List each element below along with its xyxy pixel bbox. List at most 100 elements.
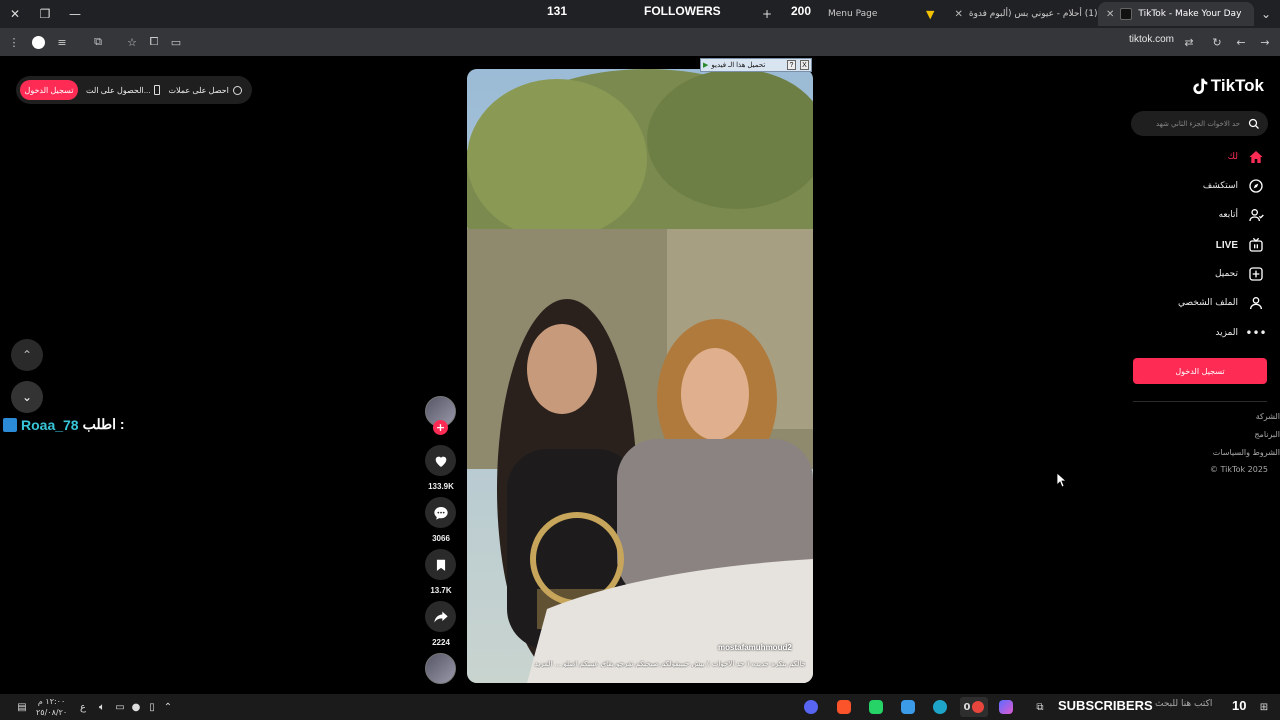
- sidebar-item-live[interactable]: LIVE: [1216, 237, 1264, 253]
- footer-terms-link[interactable]: الشروط والسياسات: [1213, 448, 1280, 457]
- store-icon[interactable]: [898, 697, 918, 717]
- profile-icon[interactable]: [30, 34, 46, 50]
- translate-icon[interactable]: ⧠: [146, 34, 162, 50]
- previous-video-button[interactable]: ⌃: [11, 339, 43, 371]
- start-icon[interactable]: ⊞: [1254, 697, 1274, 717]
- language-indicator[interactable]: ع: [76, 697, 90, 717]
- footer-company-link[interactable]: الشركة: [1256, 412, 1280, 421]
- sidebar-item-explore[interactable]: استكشف: [1203, 178, 1264, 194]
- sidebar-item-label: استكشف: [1202, 181, 1238, 191]
- chevron-up-icon: ⌃: [21, 348, 33, 362]
- request-badge-icon: [3, 417, 17, 432]
- sidebar-login-button[interactable]: تسجيل الدخول: [1133, 358, 1267, 384]
- tab-title: (1) أحلام - عيوني بس (ألبوم فدوة: [968, 9, 1098, 19]
- get-app-button[interactable]: الحصول على الت...: [86, 85, 161, 95]
- comment-button[interactable]: [425, 497, 456, 528]
- extensions-icon[interactable]: ⧉: [90, 34, 106, 50]
- upload-icon: [1248, 266, 1264, 282]
- battery-icon[interactable]: ▯: [145, 697, 159, 717]
- like-button[interactable]: [425, 445, 456, 476]
- network-icon[interactable]: ▭: [112, 697, 128, 717]
- sidebar-item-for-you[interactable]: لك: [1228, 149, 1264, 165]
- tab-title: Menu Page: [828, 9, 878, 19]
- search-placeholder: حد الاخوات الجزء الثاني شهد: [1156, 119, 1240, 128]
- search-box[interactable]: حد الاخوات الجزء الثاني شهد: [1131, 111, 1268, 136]
- url-text[interactable]: tiktok.com: [1129, 34, 1174, 45]
- chrome-icon[interactable]: 0: [960, 697, 988, 717]
- reading-list-icon[interactable]: ≡: [54, 34, 70, 50]
- new-tab-icon[interactable]: +: [752, 0, 782, 28]
- coin-icon: [232, 85, 242, 95]
- profile-icon: [1248, 295, 1264, 311]
- sidebar-item-more[interactable]: المزيد •••: [1215, 325, 1266, 341]
- brave-icon[interactable]: [834, 697, 854, 717]
- whatsapp-icon[interactable]: [866, 697, 886, 717]
- help-icon[interactable]: ?: [787, 60, 796, 70]
- mouse-cursor-icon: [1057, 473, 1067, 488]
- discord-icon[interactable]: [801, 697, 821, 717]
- top-action-pill: تسجيل الدخول الحصول على الت... احصل على …: [16, 76, 252, 104]
- close-window-icon[interactable]: ✕: [0, 0, 30, 28]
- download-video-bar[interactable]: ▶ تحميل هذا الـ فيديو ? X: [700, 58, 812, 72]
- microphone-icon[interactable]: ●: [129, 697, 143, 717]
- sidebar-item-label: LIVE: [1215, 239, 1238, 251]
- restore-window-icon[interactable]: ❐: [30, 0, 60, 28]
- get-app-label: الحصول على الت...: [86, 85, 151, 95]
- copilot-icon[interactable]: [996, 697, 1016, 717]
- save-button[interactable]: [425, 549, 456, 580]
- sidebar-item-following[interactable]: أتابعه: [1219, 207, 1264, 223]
- tiktok-logo[interactable]: TikTok: [1192, 76, 1264, 96]
- footer-copyright: © TikTok 2025: [1210, 465, 1268, 474]
- edge-icon[interactable]: [930, 697, 950, 717]
- tab-search-chevron-icon[interactable]: ⌄: [1252, 0, 1280, 28]
- video-username[interactable]: mostafamuhmoud2: [718, 643, 792, 652]
- chevron-up-tray-icon[interactable]: ⌃: [161, 697, 175, 717]
- follow-plus-icon[interactable]: +: [433, 420, 448, 435]
- sidebar-item-profile[interactable]: الملف الشخصي: [1178, 295, 1264, 311]
- tab-close-icon[interactable]: ✕: [1106, 9, 1114, 20]
- tab-youtube[interactable]: ▼ ✕ (1) أحلام - عيوني بس (ألبوم فدوة: [918, 2, 1098, 26]
- cast-icon[interactable]: ▭: [168, 34, 184, 50]
- sidebar-item-label: تحميل: [1214, 269, 1238, 279]
- bookmark-star-icon[interactable]: ☆: [124, 34, 140, 50]
- sidebar-item-upload[interactable]: تحميل: [1215, 266, 1264, 282]
- reload-icon[interactable]: ↻: [1209, 34, 1225, 50]
- tab-close-icon[interactable]: ✕: [954, 9, 962, 20]
- tiktok-favicon-icon: [1120, 8, 1133, 20]
- get-coins-button[interactable]: احصل على عملات: [168, 85, 242, 95]
- taskbar-search-input[interactable]: اكتب هنا للبحث: [1155, 699, 1212, 709]
- sound-avatar[interactable]: [425, 653, 456, 684]
- speaker-icon[interactable]: 🔈︎: [94, 697, 110, 717]
- tab-tiktok[interactable]: ✕ TikTok - Make Your Day: [1098, 2, 1254, 26]
- footer-program-link[interactable]: البرنامج: [1254, 430, 1280, 439]
- sidebar-item-label: المزيد: [1215, 328, 1238, 338]
- menu-kebab-icon[interactable]: ⋮: [6, 34, 22, 50]
- request-label: اطلب :: [82, 416, 125, 432]
- chrome-badge: 0: [963, 701, 971, 713]
- followers-count: 131: [547, 4, 568, 18]
- compass-icon: [1248, 178, 1264, 194]
- back-icon[interactable]: ←: [1233, 34, 1249, 50]
- request-overlay: Roaa_78 اطلب :: [3, 416, 125, 433]
- next-video-button[interactable]: ⌄: [11, 381, 43, 413]
- login-button[interactable]: تسجيل الدخول: [20, 80, 78, 100]
- download-label: تحميل هذا الـ فيديو: [711, 62, 766, 69]
- logo-text: TikTok: [1210, 76, 1264, 95]
- subscribers-label: SUBSCRIBERS: [1058, 698, 1153, 713]
- play-icon: ▶: [703, 62, 709, 69]
- minimize-window-icon[interactable]: —: [60, 0, 90, 28]
- forward-icon[interactable]: →: [1257, 34, 1273, 50]
- search-icon[interactable]: [1248, 118, 1260, 130]
- close-icon[interactable]: X: [800, 60, 809, 70]
- site-settings-icon[interactable]: ⇄: [1181, 34, 1197, 50]
- video-player[interactable]: [467, 69, 813, 683]
- get-coins-label: احصل على عملات: [168, 85, 229, 95]
- taskbar-clock[interactable]: ١٢:٠٠ م ٢٥/٠٨/٢٠: [36, 696, 67, 718]
- notification-icon[interactable]: ▤: [12, 697, 32, 717]
- bookmark-icon: [436, 559, 445, 571]
- live-icon: [1248, 237, 1264, 253]
- task-view-icon[interactable]: ⧉: [1030, 697, 1050, 717]
- request-username: Roaa_78: [21, 416, 79, 433]
- share-icon: [433, 611, 448, 622]
- share-button[interactable]: [425, 601, 456, 632]
